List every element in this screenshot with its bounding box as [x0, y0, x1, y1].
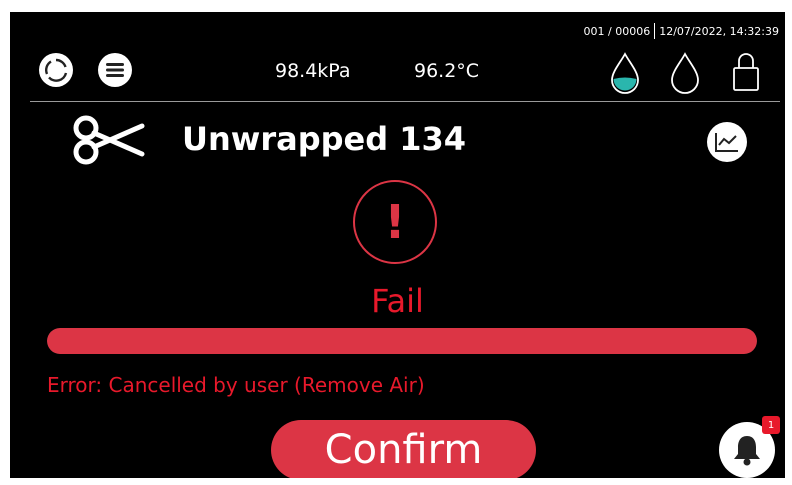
- bell-icon: [734, 436, 760, 466]
- cycle-status: Fail: [371, 282, 424, 320]
- line-graph-icon: [715, 133, 738, 152]
- program-title: Unwrapped 134: [182, 120, 467, 158]
- menu-button[interactable]: [98, 53, 132, 87]
- refresh-icon: [45, 58, 68, 82]
- cycle-progress-bar: [47, 328, 757, 354]
- confirm-button[interactable]: Confirm: [271, 420, 536, 478]
- error-message: Error: Cancelled by user (Remove Air): [47, 373, 425, 397]
- pressure-reading: 98.4kPa: [275, 60, 351, 82]
- water-drop-filled-icon[interactable]: [610, 52, 640, 94]
- status-meta: 001 / 00006 12/07/2022, 14:32:39: [584, 23, 779, 39]
- cycle-counter: 001 / 00006: [583, 24, 651, 38]
- lock-icon[interactable]: [732, 50, 760, 92]
- scissors-icon: [73, 115, 145, 165]
- alert-symbol: !: [384, 195, 406, 249]
- graph-button[interactable]: [707, 122, 747, 162]
- notification-badge: 1: [762, 416, 780, 434]
- datetime: 12/07/2022, 14:32:39: [659, 24, 779, 38]
- fail-alert-icon: !: [353, 180, 437, 264]
- refresh-button[interactable]: [39, 53, 73, 87]
- autoclave-screen: 001 / 00006 12/07/2022, 14:32:39 98.4kPa…: [10, 12, 785, 478]
- meta-divider: [654, 23, 656, 39]
- menu-icon: [106, 63, 124, 77]
- header-divider: [30, 101, 780, 102]
- water-drop-empty-icon[interactable]: [670, 52, 700, 94]
- progress-fill: [47, 328, 757, 354]
- temperature-reading: 96.2°C: [414, 60, 480, 82]
